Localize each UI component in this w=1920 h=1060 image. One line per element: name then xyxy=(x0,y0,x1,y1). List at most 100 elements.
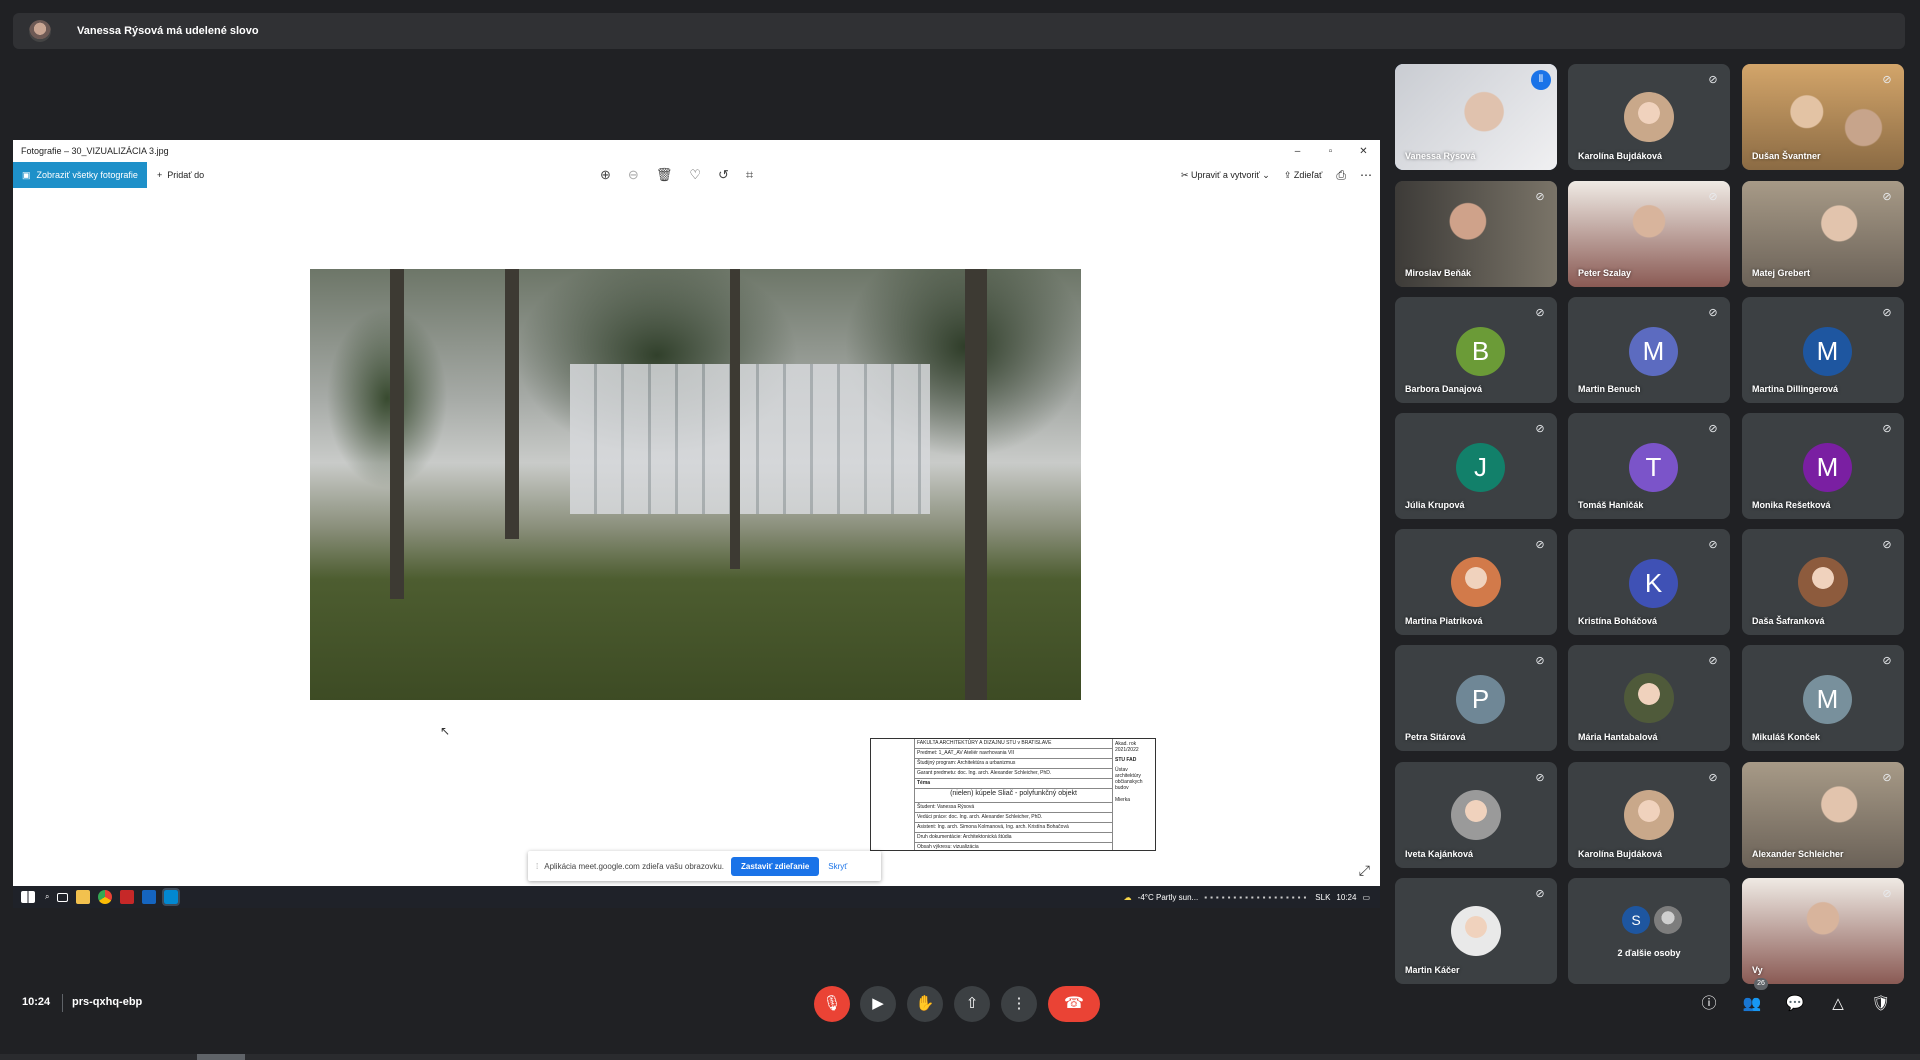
avatar: M xyxy=(1803,675,1852,724)
add-to-button[interactable]: + Pridať do xyxy=(157,170,204,180)
photo-right-tools: ✂ Upraviť a vytvoriť ⌄ ⇪ Zdieľať ⎙ ⋯ xyxy=(1181,162,1372,188)
more-icon[interactable]: ⋯ xyxy=(1360,168,1372,182)
participant-tile[interactable]: T ⊘ Tomáš Haničák xyxy=(1568,413,1730,519)
participant-tile[interactable]: ⊘ Peter Szalay xyxy=(1568,181,1730,287)
photo-tools: ⊕ ⊖ 🗑 ♡ ↺ ⌗ xyxy=(600,162,753,188)
meeting-code: prs-qxhq-ebp xyxy=(72,996,143,1008)
activities-icon[interactable]: △ xyxy=(1827,993,1849,1015)
photos-toolbar: ▣ Zobraziť všetky fotografie + Pridať do… xyxy=(13,162,1380,188)
participant-name: Matej Grebert xyxy=(1752,268,1811,278)
camera-button[interactable]: ▶ xyxy=(860,986,896,1022)
add-to-label: Pridať do xyxy=(167,170,205,180)
windows-taskbar: ⌕ ☁ -4°C Partly sun... ▪▪▪▪▪▪▪▪▪▪▪▪▪▪▪▪▪… xyxy=(13,886,1380,908)
crop-icon[interactable]: ⌗ xyxy=(746,167,753,183)
participant-tile[interactable]: M ⊘ Mikuláš Konček xyxy=(1742,645,1904,751)
host-controls-icon[interactable]: 🛡 xyxy=(1870,993,1892,1015)
tb-row: Predmet: 1_AAT_AV Ateliér navrhovania VI… xyxy=(915,749,1112,759)
info-icon[interactable]: ⓘ xyxy=(1698,993,1720,1015)
restore-button[interactable]: ▫ xyxy=(1314,146,1347,157)
scroll-thumb[interactable] xyxy=(197,1054,245,1060)
tb-row: Téma xyxy=(915,779,1112,789)
participant-tile[interactable]: ⊘ Iveta Kajánková xyxy=(1395,762,1557,868)
avatar: S xyxy=(1622,906,1650,934)
participant-tile[interactable]: ⊘ Karolína Bujdáková xyxy=(1568,762,1730,868)
share-label: Zdieľať xyxy=(1293,169,1323,180)
heart-icon[interactable]: ♡ xyxy=(689,167,701,183)
participant-tile[interactable]: ⊘ Matej Grebert xyxy=(1742,181,1904,287)
chat-icon[interactable]: 💬 xyxy=(1784,993,1806,1015)
mic-off-icon: ⊘ xyxy=(1708,655,1718,667)
print-icon[interactable]: ⎙ xyxy=(1336,168,1346,183)
avatar xyxy=(1624,92,1674,142)
share-button[interactable]: ⇪ Zdieľať xyxy=(1284,170,1323,181)
drag-handle-icon[interactable]: ⁞ xyxy=(536,862,538,871)
participant-tile[interactable]: J ⊘ Júlia Krupová xyxy=(1395,413,1557,519)
tray-icons[interactable]: ▪▪▪▪▪▪▪▪▪▪▪▪▪▪▪▪▪▪ xyxy=(1204,893,1309,902)
show-all-photos-button[interactable]: ▣ Zobraziť všetky fotografie xyxy=(13,162,147,188)
participant-name: Dušan Švantner xyxy=(1752,151,1821,161)
participant-tile[interactable]: ⊘ Martina Piatriková xyxy=(1395,529,1557,635)
participant-tile[interactable]: ⊘ Karolína Bujdáková xyxy=(1568,64,1730,170)
windows-start-icon[interactable] xyxy=(21,891,35,903)
participant-tile[interactable]: ⦀ Vanessa Rýsová xyxy=(1395,64,1557,170)
speaking-banner: Vanessa Rýsová má udelené slovo xyxy=(13,13,1905,49)
raise-hand-button[interactable]: ✋ xyxy=(907,986,943,1022)
avatar: T xyxy=(1629,443,1678,492)
people-icon[interactable]: 👥 xyxy=(1741,993,1763,1015)
meet-control-bar: 10:24 prs-qxhq-ebp 🎙 ▶ ✋ ⇧ ⋮ ☎ ⓘ 👥 26 💬 … xyxy=(0,978,1920,1040)
participant-tile[interactable]: M ⊘ Martina Dillingerová xyxy=(1742,297,1904,403)
building-render xyxy=(570,364,930,514)
participant-tile[interactable]: B ⊘ Barbora Danajová xyxy=(1395,297,1557,403)
mic-off-icon: ⊘ xyxy=(1708,539,1718,551)
participant-tile[interactable]: ⊘ Dušan Švantner xyxy=(1742,64,1904,170)
photos-app-icon[interactable] xyxy=(162,888,181,906)
participant-tile[interactable]: M ⊘ Martin Benuch xyxy=(1568,297,1730,403)
chrome-icon[interactable] xyxy=(98,890,113,904)
avatar xyxy=(1451,557,1501,607)
participant-tile[interactable]: ⊘ Martin Káčer xyxy=(1395,878,1557,984)
weather-text[interactable]: -4°C Partly sun... xyxy=(1138,893,1199,902)
avatar: J xyxy=(1456,443,1505,492)
rotate-icon[interactable]: ↺ xyxy=(718,167,729,183)
more-options-button[interactable]: ⋮ xyxy=(1001,986,1037,1022)
show-all-label: Zobraziť všetky fotografie xyxy=(36,170,138,180)
avatar xyxy=(1798,557,1848,607)
task-view-icon[interactable] xyxy=(57,892,69,902)
participant-name: Martina Piatriková xyxy=(1405,616,1483,626)
participant-tile[interactable]: ⊘ Mária Hantabalová xyxy=(1568,645,1730,751)
participant-tile[interactable]: ⊘ Miroslav Beňák xyxy=(1395,181,1557,287)
participant-tile[interactable]: ⊘ Vy xyxy=(1742,878,1904,984)
participant-name: Mária Hantabalová xyxy=(1578,732,1658,742)
tb-row: Obsah výkresu: vizualizácia xyxy=(917,844,979,850)
edit-create-label: Upraviť a vytvoriť xyxy=(1191,169,1260,180)
taskbar-clock[interactable]: 10:24 xyxy=(1336,893,1356,902)
expand-icon[interactable]: ⤢ xyxy=(1359,862,1370,879)
acrobat-icon[interactable] xyxy=(120,890,135,904)
mic-off-icon: ⊘ xyxy=(1535,539,1545,551)
edit-create-button[interactable]: ✂ Upraviť a vytvoriť ⌄ xyxy=(1181,170,1270,181)
minimize-button[interactable]: – xyxy=(1281,146,1314,157)
leave-call-button[interactable]: ☎ xyxy=(1048,986,1100,1022)
participant-tile[interactable]: K ⊘ Kristína Boháčová xyxy=(1568,529,1730,635)
hide-button[interactable]: Skryť xyxy=(828,862,847,871)
participant-tile[interactable]: S 2 ďalšie osoby xyxy=(1568,878,1730,984)
zoom-in-icon[interactable]: ⊕ xyxy=(600,167,611,183)
window-title: Fotografie – 30_VIZUALIZÁCIA 3.jpg xyxy=(21,146,169,156)
mic-off-button[interactable]: 🎙 xyxy=(814,986,850,1022)
app-icon[interactable] xyxy=(142,890,157,904)
participant-name: Martina Dillingerová xyxy=(1752,384,1839,394)
participant-tile[interactable]: M ⊘ Monika Rešetková xyxy=(1742,413,1904,519)
language-indicator[interactable]: SLK xyxy=(1315,893,1330,902)
close-button[interactable]: ✕ xyxy=(1347,146,1380,157)
delete-icon[interactable]: 🗑 xyxy=(656,167,673,183)
participant-tile[interactable]: ⊘ Alexander Schleicher xyxy=(1742,762,1904,868)
zoom-out-icon[interactable]: ⊖ xyxy=(628,167,639,183)
file-explorer-icon[interactable] xyxy=(76,890,91,904)
mic-off-icon: ⊘ xyxy=(1708,191,1718,203)
stop-sharing-button[interactable]: Zastaviť zdieľanie xyxy=(731,856,820,876)
search-icon[interactable]: ⌕ xyxy=(45,892,49,902)
participant-tile[interactable]: ⊘ Daša Šafranková xyxy=(1742,529,1904,635)
notification-icon[interactable]: ▭ xyxy=(1362,893,1370,902)
participant-tile[interactable]: P ⊘ Petra Sitárová xyxy=(1395,645,1557,751)
present-button[interactable]: ⇧ xyxy=(954,986,990,1022)
